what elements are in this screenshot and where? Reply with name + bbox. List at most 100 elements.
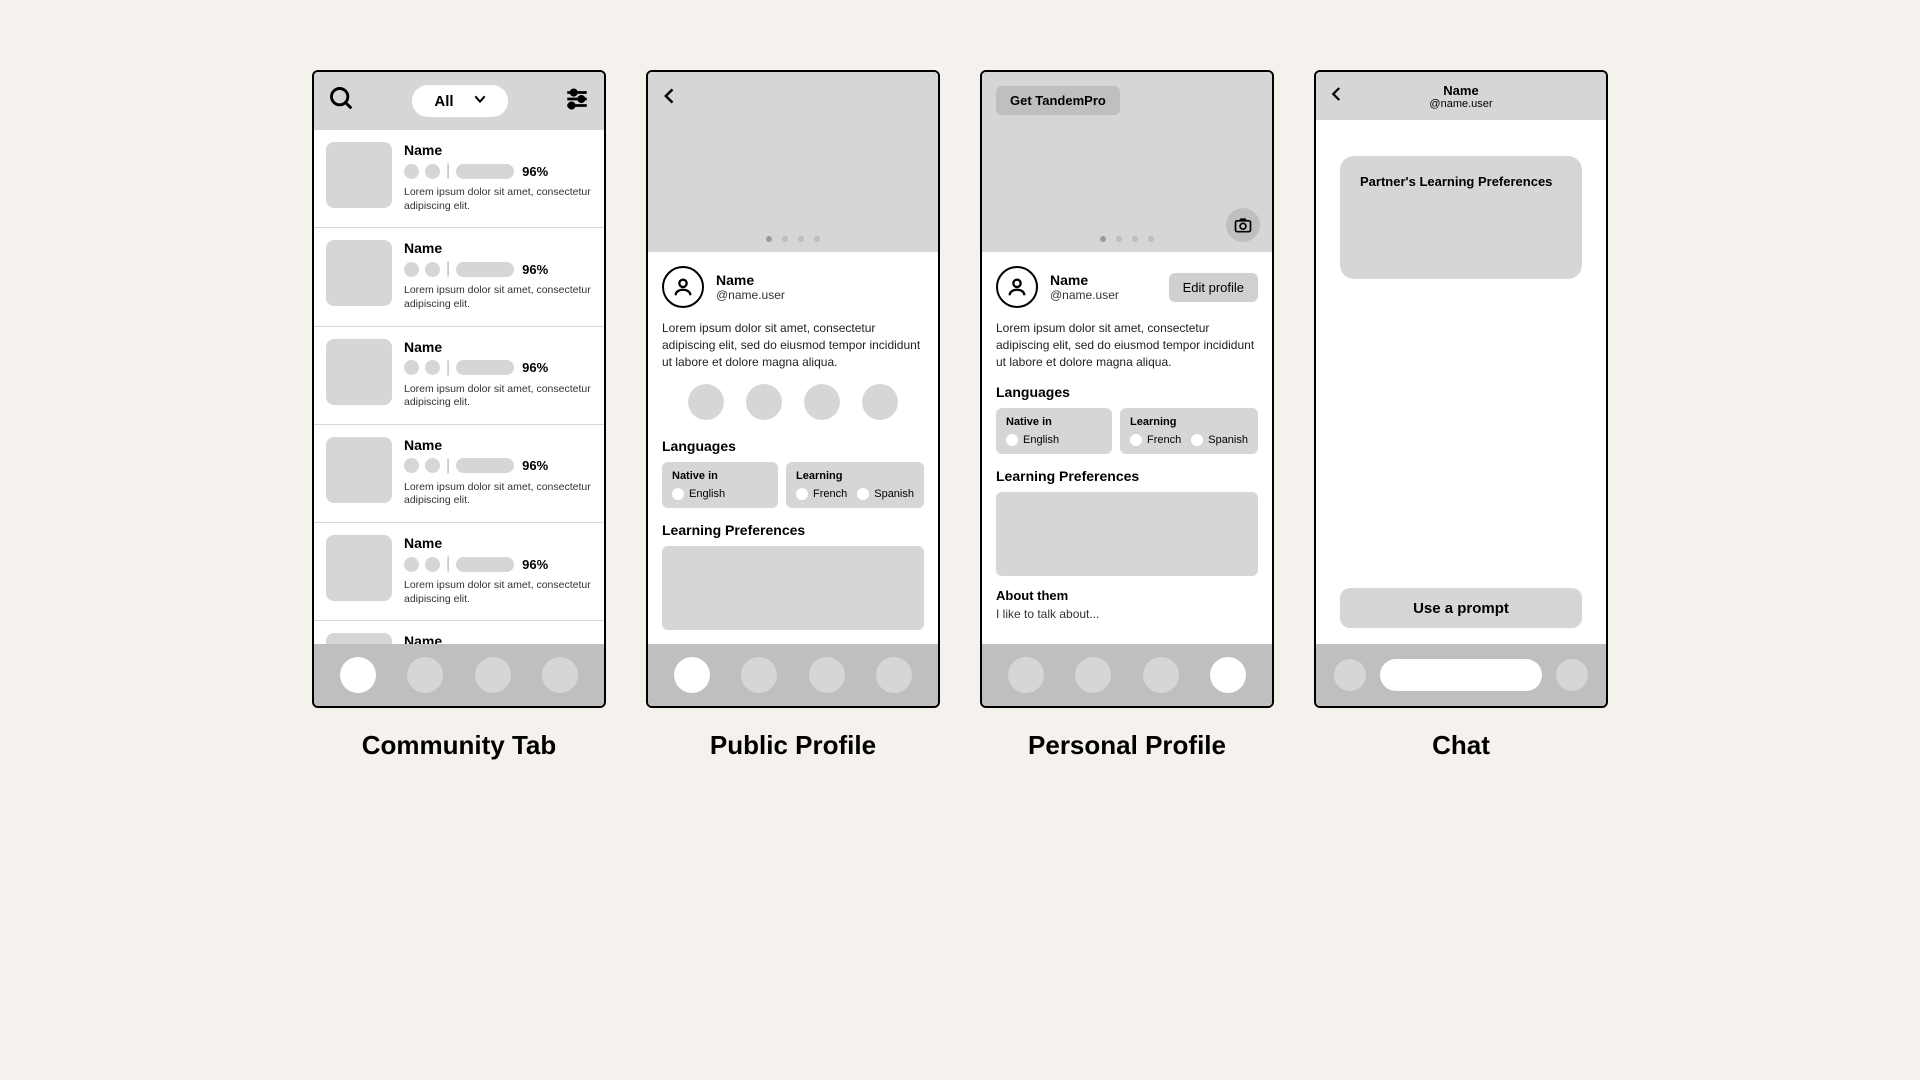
community-row[interactable]: Name | 96% Lorem ipsum dolor sit amet, c… (314, 327, 604, 425)
get-pro-button[interactable]: Get TandemPro (996, 86, 1120, 115)
user-desc: Lorem ipsum dolor sit amet, consectetur … (404, 579, 592, 606)
user-meta: | 96% (404, 162, 592, 180)
filter-settings-icon[interactable] (564, 86, 590, 117)
public-profile-screen: Name @name.user Lorem ipsum dolor sit am… (646, 70, 940, 708)
match-pct: 96% (522, 458, 548, 473)
tab-4[interactable] (876, 657, 912, 693)
use-prompt-button[interactable]: Use a prompt (1340, 588, 1582, 628)
profile-handle: @name.user (1050, 288, 1119, 302)
profile-name: Name (716, 272, 785, 288)
tab-2[interactable] (1075, 657, 1111, 693)
caption-public: Public Profile (710, 730, 876, 761)
user-name: Name (404, 535, 592, 551)
lang-dot-icon (857, 488, 869, 500)
tab-1[interactable] (340, 657, 376, 693)
user-desc: Lorem ipsum dolor sit amet, consectetur … (404, 481, 592, 508)
native-card: Native in English (996, 408, 1112, 454)
stat-circle[interactable] (688, 384, 724, 420)
user-thumbnail (326, 339, 392, 405)
tab-bar (982, 644, 1272, 706)
user-meta: | 96% (404, 260, 592, 278)
personal-profile-screen: Get TandemPro Name @name.user (980, 70, 1274, 708)
user-thumbnail (326, 142, 392, 208)
user-desc: Lorem ipsum dolor sit amet, consectetur … (404, 186, 592, 213)
user-name: Name (404, 633, 592, 644)
filter-label: All (434, 93, 453, 110)
community-list: Name | 96% Lorem ipsum dolor sit amet, c… (314, 130, 604, 644)
caption-community: Community Tab (362, 730, 557, 761)
profile-hero: Get TandemPro (982, 72, 1272, 252)
community-row[interactable]: Name | 96% Lorem ipsum dolor sit amet, c… (314, 523, 604, 621)
lang-dot-icon (1130, 434, 1142, 446)
user-name: Name (404, 142, 592, 158)
tab-2[interactable] (407, 657, 443, 693)
stat-circle[interactable] (746, 384, 782, 420)
search-icon[interactable] (328, 85, 356, 118)
avatar-icon (662, 266, 704, 308)
lang-dot-icon (1191, 434, 1203, 446)
languages-label: Languages (662, 438, 924, 454)
chat-input-bar (1316, 644, 1606, 706)
community-row[interactable]: Name | 96% Lorem ipsum dolor sit amet, c… (314, 130, 604, 228)
user-thumbnail (326, 240, 392, 306)
chat-text-input[interactable] (1380, 659, 1542, 691)
profile-name: Name (1050, 272, 1119, 288)
community-header: All (314, 72, 604, 130)
tab-3[interactable] (475, 657, 511, 693)
tab-bar (648, 644, 938, 706)
user-desc: Lorem ipsum dolor sit amet, consectetur … (404, 284, 592, 311)
caption-personal: Personal Profile (1028, 730, 1226, 761)
community-row[interactable]: Name (314, 621, 604, 644)
user-name: Name (404, 240, 592, 256)
chat-action-1[interactable] (1334, 659, 1366, 691)
chat-screen: Name @name.user Partner's Learning Prefe… (1314, 70, 1608, 708)
stat-circles (662, 384, 924, 420)
profile-bio: Lorem ipsum dolor sit amet, consectetur … (996, 320, 1258, 370)
prefs-label: Learning Preferences (996, 468, 1258, 484)
community-row[interactable]: Name | 96% Lorem ipsum dolor sit amet, c… (314, 228, 604, 326)
lang-dot-icon (1006, 434, 1018, 446)
tab-3[interactable] (1143, 657, 1179, 693)
tab-4[interactable] (542, 657, 578, 693)
user-thumbnail (326, 535, 392, 601)
match-pct: 96% (522, 262, 548, 277)
stat-circle[interactable] (804, 384, 840, 420)
learning-card: Learning French Spanish (786, 462, 924, 508)
profile-hero (648, 72, 938, 252)
lang-dot-icon (796, 488, 808, 500)
learning-card: Learning French Spanish (1120, 408, 1258, 454)
pagination-dots (648, 236, 938, 242)
user-meta: | 96% (404, 555, 592, 573)
profile-header: Name @name.user (662, 266, 924, 308)
back-button[interactable] (660, 86, 680, 111)
community-screen: All Name (312, 70, 606, 708)
tab-1[interactable] (674, 657, 710, 693)
chat-name: Name (1316, 83, 1606, 98)
filter-dropdown[interactable]: All (412, 85, 507, 117)
prefs-box (662, 546, 924, 630)
profile-bio: Lorem ipsum dolor sit amet, consectetur … (662, 320, 924, 370)
stat-circle[interactable] (862, 384, 898, 420)
edit-profile-button[interactable]: Edit profile (1169, 273, 1258, 302)
tab-1[interactable] (1008, 657, 1044, 693)
chat-header: Name @name.user (1316, 72, 1606, 120)
profile-handle: @name.user (716, 288, 785, 302)
tab-4[interactable] (1210, 657, 1246, 693)
lang-dot-icon (672, 488, 684, 500)
chat-action-2[interactable] (1556, 659, 1588, 691)
match-pct: 96% (522, 164, 548, 179)
prefs-label: Learning Preferences (662, 522, 924, 538)
learning-label: Learning (796, 470, 914, 482)
about-label: About them (996, 588, 1258, 603)
native-label: Native in (1006, 416, 1102, 428)
native-card: Native in English (662, 462, 778, 508)
caption-chat: Chat (1432, 730, 1490, 761)
user-meta: | 96% (404, 359, 592, 377)
community-row[interactable]: Name | 96% Lorem ipsum dolor sit amet, c… (314, 425, 604, 523)
user-name: Name (404, 437, 592, 453)
partner-prefs-card: Partner's Learning Preferences (1340, 156, 1582, 279)
chevron-down-icon (472, 91, 488, 111)
tab-2[interactable] (741, 657, 777, 693)
user-desc: Lorem ipsum dolor sit amet, consectetur … (404, 383, 592, 410)
tab-3[interactable] (809, 657, 845, 693)
